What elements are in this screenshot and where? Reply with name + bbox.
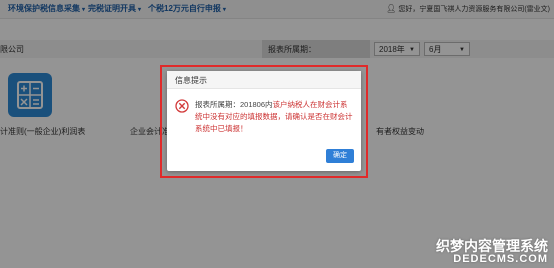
dialog-title: 信息提示 xyxy=(175,76,207,85)
error-icon xyxy=(175,99,189,113)
watermark-url: DEDECMS.COM xyxy=(453,253,548,265)
dialog-message-period: 报表所属期：201806内 xyxy=(195,100,273,109)
dialog-message: 报表所属期：201806内该户纳税人在财会计系统中没有对应的填报数据，请确认是否… xyxy=(195,99,353,135)
dialog-header: 信息提示 xyxy=(167,71,361,89)
info-dialog: 信息提示 报表所属期：201806内该户纳税人在财会计系统中没有对应的填报数据，… xyxy=(167,71,361,171)
confirm-button[interactable]: 确定 xyxy=(326,149,354,163)
